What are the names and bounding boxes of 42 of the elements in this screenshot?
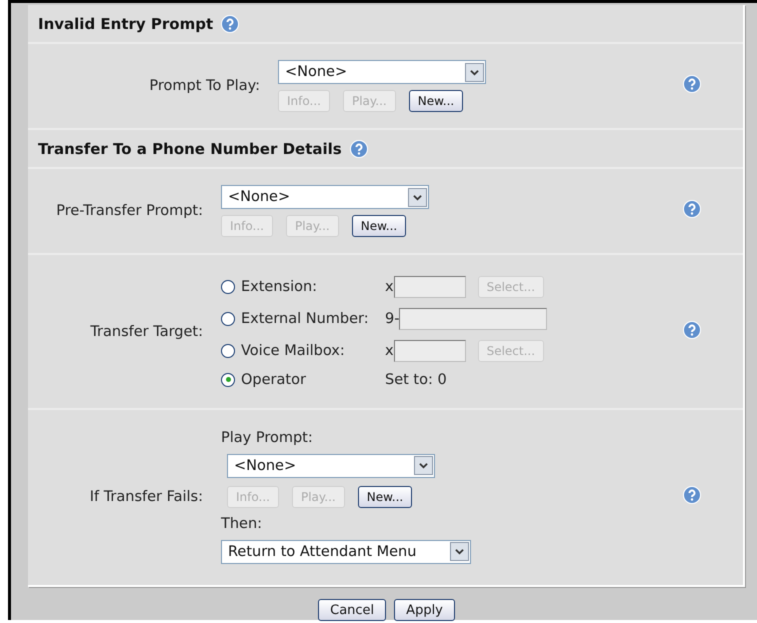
section-title: Invalid Entry Prompt — [38, 14, 214, 32]
prefix-label: 9- — [385, 310, 400, 326]
dropdown[interactable]: <None> — [221, 185, 429, 209]
action-button[interactable]: New... — [358, 486, 412, 508]
prefix-label: x — [385, 278, 394, 294]
option-label: Voice Mailbox: — [241, 342, 345, 358]
input-field[interactable] — [394, 276, 466, 298]
field-label: Pre-Transfer Prompt: — [55, 203, 204, 219]
caret-icon — [450, 542, 469, 561]
radio-button[interactable] — [221, 372, 235, 386]
help-icon[interactable] — [683, 75, 701, 93]
field-label: Play Prompt: — [221, 430, 314, 446]
dropdown[interactable]: <None> — [227, 454, 435, 478]
input-field[interactable] — [394, 340, 466, 362]
option-label: Extension: — [241, 278, 318, 294]
caret-icon — [465, 62, 484, 82]
dropdown[interactable]: <None> — [278, 60, 486, 84]
footer-button[interactable]: Cancel — [318, 599, 386, 621]
help-icon[interactable] — [221, 14, 240, 32]
field-label: Prompt To Play: — [148, 78, 261, 94]
radio-button[interactable] — [221, 312, 235, 326]
field-label: Then: — [221, 516, 264, 532]
caret-icon — [414, 456, 433, 475]
option-label: Operator — [241, 372, 306, 388]
dropdown[interactable]: Return to Attendant Menu — [221, 540, 471, 564]
radio-button[interactable] — [221, 280, 235, 294]
footer-button[interactable]: Apply — [394, 599, 455, 621]
action-button[interactable]: New... — [352, 215, 406, 237]
operator-note: Set to: 0 — [385, 372, 447, 388]
radio-button[interactable] — [221, 344, 235, 358]
action-button[interactable]: New... — [408, 90, 464, 112]
field-label: If Transfer Fails: — [88, 488, 204, 504]
field-label: Transfer Target: — [89, 324, 204, 340]
help-icon[interactable] — [683, 486, 701, 504]
prefix-label: x — [385, 342, 394, 358]
input-field[interactable] — [399, 308, 548, 330]
help-icon[interactable] — [683, 200, 701, 218]
caret-icon — [408, 188, 427, 206]
option-label: External Number: — [241, 310, 369, 326]
help-icon[interactable] — [350, 140, 368, 158]
section-title: Transfer To a Phone Number Details — [38, 140, 342, 158]
help-icon[interactable] — [683, 320, 701, 338]
